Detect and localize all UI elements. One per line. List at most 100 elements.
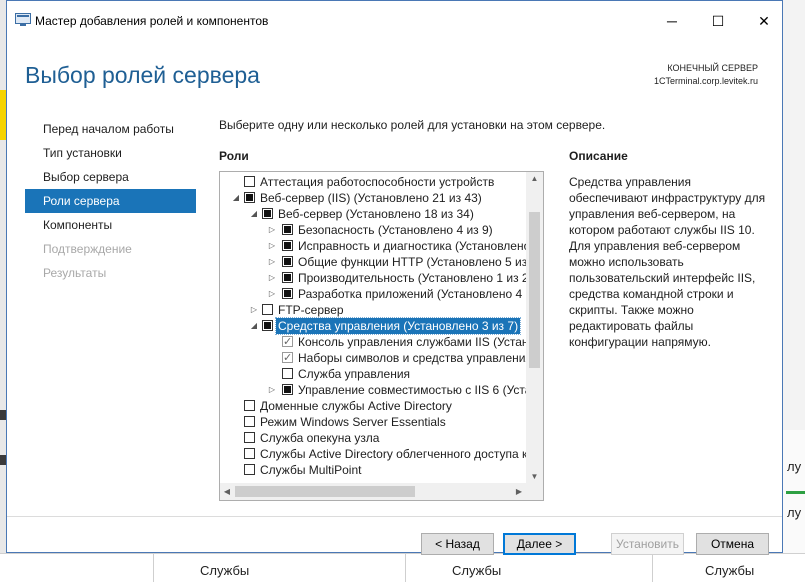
role-checkbox[interactable] <box>282 334 293 350</box>
horizontal-scroll-thumb[interactable] <box>235 486 415 497</box>
nav-item-server-roles[interactable]: Роли сервера <box>25 189 196 213</box>
background-partial-text: лу <box>787 459 802 474</box>
role-checkbox[interactable] <box>244 416 255 427</box>
role-label[interactable]: Служба опекуна узла <box>258 430 381 446</box>
scroll-left-icon[interactable]: ◀ <box>220 483 234 500</box>
collapse-arrow-icon[interactable]: ◢ <box>231 190 241 206</box>
role-label[interactable]: Разработка приложений (Установлено 4 из … <box>296 286 526 302</box>
role-checkbox[interactable] <box>262 208 273 219</box>
role-checkbox[interactable] <box>282 384 293 395</box>
cancel-button[interactable]: Отмена <box>696 533 769 555</box>
role-label[interactable]: Службы Active Directory облегченного дос… <box>258 446 526 462</box>
role-label[interactable]: Средства управления (Установлено 3 из 7) <box>274 317 522 335</box>
scroll-up-icon[interactable]: ▲ <box>526 172 543 186</box>
role-tree-item[interactable]: ▷ FTP-сервер <box>220 302 526 318</box>
back-button[interactable]: < Назад <box>421 533 494 555</box>
role-checkbox[interactable] <box>282 272 293 283</box>
minimize-icon: ─ <box>667 13 677 29</box>
vertical-scroll-thumb[interactable] <box>529 212 540 368</box>
horizontal-scrollbar[interactable]: ◀ ▶ <box>220 483 526 500</box>
scroll-down-icon[interactable]: ▼ <box>526 470 543 484</box>
role-tree-item[interactable]: Служба управления <box>220 366 526 382</box>
role-checkbox[interactable] <box>244 400 255 411</box>
role-checkbox[interactable] <box>282 368 293 379</box>
instruction-text: Выберите одну или несколько ролей для ус… <box>219 118 606 132</box>
role-tree-item[interactable]: ▷ Разработка приложений (Установлено 4 из… <box>220 286 526 302</box>
nav-item-installation-type[interactable]: Тип установки <box>25 141 196 165</box>
role-tree-item[interactable]: Доменные службы Active Directory <box>220 398 526 414</box>
background-divider <box>652 554 653 582</box>
roles-tree[interactable]: Аттестация работоспособности устройств ◢ В… <box>219 171 544 501</box>
role-tree-item[interactable]: ◢ Средства управления (Установлено 3 из 7… <box>220 317 526 335</box>
role-label[interactable]: Безопасность (Установлено 4 из 9) <box>296 222 495 238</box>
role-label[interactable]: Доменные службы Active Directory <box>258 398 454 414</box>
minimize-button[interactable]: ─ <box>650 7 694 35</box>
expand-arrow-icon[interactable]: ▷ <box>267 238 277 254</box>
expand-arrow-icon[interactable]: ▷ <box>267 254 277 270</box>
role-checkbox[interactable] <box>244 432 255 443</box>
role-tree-item[interactable]: Служба опекуна узла <box>220 430 526 446</box>
vertical-scrollbar[interactable]: ▲ ▼ <box>526 172 543 484</box>
role-label[interactable]: FTP-сервер <box>276 302 346 318</box>
expand-arrow-icon[interactable]: ▷ <box>267 270 277 286</box>
role-tree-item[interactable]: ▷ Исправность и диагностика (Установлено … <box>220 238 526 254</box>
role-label[interactable]: Режим Windows Server Essentials <box>258 414 448 430</box>
role-tree-item[interactable]: Аттестация работоспособности устройств <box>220 174 526 190</box>
role-label[interactable]: Исправность и диагностика (Установлено 5… <box>296 238 526 254</box>
nav-item-before-you-begin[interactable]: Перед началом работы <box>25 117 196 141</box>
description-text: Средства управления обеспечивают инфраст… <box>569 175 766 349</box>
expand-arrow-icon[interactable]: ▷ <box>267 222 277 238</box>
role-tree-item[interactable]: Службы Active Directory облегченного дос… <box>220 446 526 462</box>
role-tree-item[interactable]: Режим Windows Server Essentials <box>220 414 526 430</box>
role-label[interactable]: Консоль управления службами IIS (Установ… <box>296 334 526 350</box>
role-tree-item[interactable]: Службы MultiPoint <box>220 462 526 478</box>
close-button[interactable]: ✕ <box>742 7 786 35</box>
nav-item-confirmation: Подтверждение <box>43 242 132 256</box>
role-checkbox[interactable] <box>244 448 255 459</box>
background-services-label: Службы <box>452 563 502 578</box>
role-checkbox[interactable] <box>262 304 273 315</box>
next-button[interactable]: Далее > <box>503 533 576 555</box>
role-label[interactable]: Управление совместимостью с IIS 6 (Устан… <box>296 382 526 398</box>
role-checkbox[interactable] <box>262 320 273 331</box>
role-checkbox[interactable] <box>282 256 293 267</box>
close-icon: ✕ <box>758 12 770 29</box>
nav-item-results: Результаты <box>43 266 107 280</box>
role-tree-item[interactable]: ▷ Общие функции HTTP (Установлено 5 из 6) <box>220 254 526 270</box>
role-checkbox[interactable] <box>244 176 255 187</box>
role-label[interactable]: Службы MultiPoint <box>258 462 363 478</box>
role-checkbox[interactable] <box>244 192 255 203</box>
expand-arrow-icon[interactable]: ▷ <box>249 302 259 318</box>
role-tree-item[interactable]: ◢ Веб-сервер (Установлено 18 из 34) <box>220 206 526 222</box>
expand-arrow-icon[interactable]: ▷ <box>267 286 277 302</box>
expand-arrow-icon[interactable]: ▷ <box>267 382 277 398</box>
scrollbar-corner <box>526 483 543 500</box>
maximize-button[interactable]: ☐ <box>696 7 740 35</box>
add-roles-wizard-dialog: Мастер добавления ролей и компонентов ─ … <box>6 0 783 555</box>
nav-item-features[interactable]: Компоненты <box>25 213 196 237</box>
role-label[interactable]: Общие функции HTTP (Установлено 5 из 6) <box>296 254 526 270</box>
role-checkbox[interactable] <box>282 350 293 366</box>
role-label[interactable]: Производительность (Установлено 1 из 2) <box>296 270 526 286</box>
role-tree-item[interactable]: Консоль управления службами IIS (Установ… <box>220 334 526 350</box>
role-label[interactable]: Наборы символов и средства управления II… <box>296 350 526 366</box>
role-label[interactable]: Веб-сервер (IIS) (Установлено 21 из 43) <box>258 190 484 206</box>
role-tree-item[interactable]: ▷ Производительность (Установлено 1 из 2) <box>220 270 526 286</box>
role-label[interactable]: Аттестация работоспособности устройств <box>258 174 496 190</box>
role-checkbox[interactable] <box>282 240 293 251</box>
title-bar[interactable]: Мастер добавления ролей и компонентов ─ … <box>7 1 782 39</box>
role-checkbox[interactable] <box>282 224 293 235</box>
role-checkbox[interactable] <box>244 464 255 475</box>
role-checkbox[interactable] <box>282 288 293 299</box>
role-tree-item[interactable]: ◢ Веб-сервер (IIS) (Установлено 21 из 43) <box>220 190 526 206</box>
scroll-right-icon[interactable]: ▶ <box>512 483 526 500</box>
collapse-arrow-icon[interactable]: ◢ <box>249 318 259 334</box>
role-tree-item[interactable]: ▷ Управление совместимостью с IIS 6 (Уста… <box>220 382 526 398</box>
collapse-arrow-icon[interactable]: ◢ <box>249 206 259 222</box>
nav-item-server-selection[interactable]: Выбор сервера <box>25 165 196 189</box>
role-tree-item[interactable]: Наборы символов и средства управления II… <box>220 350 526 366</box>
role-label[interactable]: Веб-сервер (Установлено 18 из 34) <box>276 206 476 222</box>
destination-server-name: 1CTerminal.corp.levitek.ru <box>653 76 758 86</box>
role-tree-item[interactable]: ▷ Безопасность (Установлено 4 из 9) <box>220 222 526 238</box>
role-label[interactable]: Служба управления <box>296 366 412 382</box>
